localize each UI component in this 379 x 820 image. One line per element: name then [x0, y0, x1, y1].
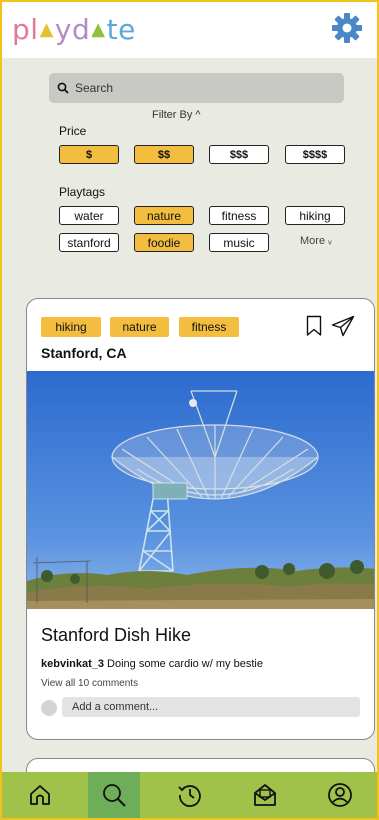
- app-logo[interactable]: pl ▲ yd ▲ te: [12, 14, 136, 46]
- header: pl ▲ yd ▲ te: [2, 2, 377, 58]
- post-photo[interactable]: [27, 371, 375, 609]
- price-chip-2[interactable]: $$: [134, 145, 194, 164]
- post-tag-nature[interactable]: nature: [110, 317, 169, 337]
- profile-icon: [327, 783, 352, 807]
- app-frame: pl▲yd▲te Search Filter By ^ Price $: [0, 0, 379, 820]
- view-all-comments-link[interactable]: View all 10 comments: [41, 678, 138, 689]
- bookmark-icon[interactable]: [306, 315, 322, 337]
- avatar: [41, 700, 57, 716]
- post-caption-text: Doing some cardio w/ my bestie: [103, 658, 263, 670]
- playtag-music[interactable]: music: [209, 233, 269, 252]
- post-author[interactable]: kebvinkat_3: [41, 658, 104, 670]
- nav-profile[interactable]: [302, 772, 377, 818]
- post-title[interactable]: Stanford Dish Hike: [41, 625, 191, 646]
- price-label: Price: [59, 124, 87, 138]
- send-icon[interactable]: [331, 315, 355, 337]
- search-placeholder: Search: [75, 81, 114, 95]
- nav-history[interactable]: [152, 772, 227, 818]
- search-icon: [103, 784, 126, 807]
- bottom-nav: [2, 772, 377, 818]
- playtag-foodie[interactable]: foodie: [134, 233, 194, 252]
- playtag-nature[interactable]: nature: [134, 206, 194, 225]
- playtag-hiking[interactable]: hiking: [285, 206, 345, 225]
- post-card[interactable]: hiking nature fitness Stanford, CA Stanf…: [26, 298, 375, 740]
- filter-by-toggle[interactable]: Filter By ^: [152, 109, 201, 121]
- price-chip-1[interactable]: $: [59, 145, 119, 164]
- add-comment-input[interactable]: Add a comment...: [62, 697, 360, 717]
- more-tags-button[interactable]: More ᵥ: [300, 235, 332, 247]
- mail-icon: [253, 784, 276, 806]
- post-caption: kebvinkat_3 Doing some cardio w/ my best…: [41, 658, 263, 670]
- price-chip-4[interactable]: $$$$: [285, 145, 345, 164]
- price-chip-3[interactable]: $$$: [209, 145, 269, 164]
- nav-home[interactable]: [2, 772, 77, 818]
- post-location: Stanford, CA: [41, 345, 127, 361]
- playtags-label: Playtags: [59, 185, 106, 199]
- post-tag-hiking[interactable]: hiking: [41, 317, 101, 337]
- nav-search[interactable]: [88, 772, 140, 818]
- home-icon: [29, 785, 50, 805]
- playtag-water[interactable]: water: [59, 206, 119, 225]
- nav-inbox[interactable]: [227, 772, 302, 818]
- gear-icon[interactable]: [331, 12, 363, 44]
- search-input[interactable]: Search: [49, 73, 344, 103]
- playtag-fitness[interactable]: fitness: [209, 206, 269, 225]
- history-icon: [177, 785, 201, 807]
- playtag-stanford[interactable]: stanford: [59, 233, 119, 252]
- post-tag-fitness[interactable]: fitness: [179, 317, 239, 337]
- search-icon: [57, 82, 69, 94]
